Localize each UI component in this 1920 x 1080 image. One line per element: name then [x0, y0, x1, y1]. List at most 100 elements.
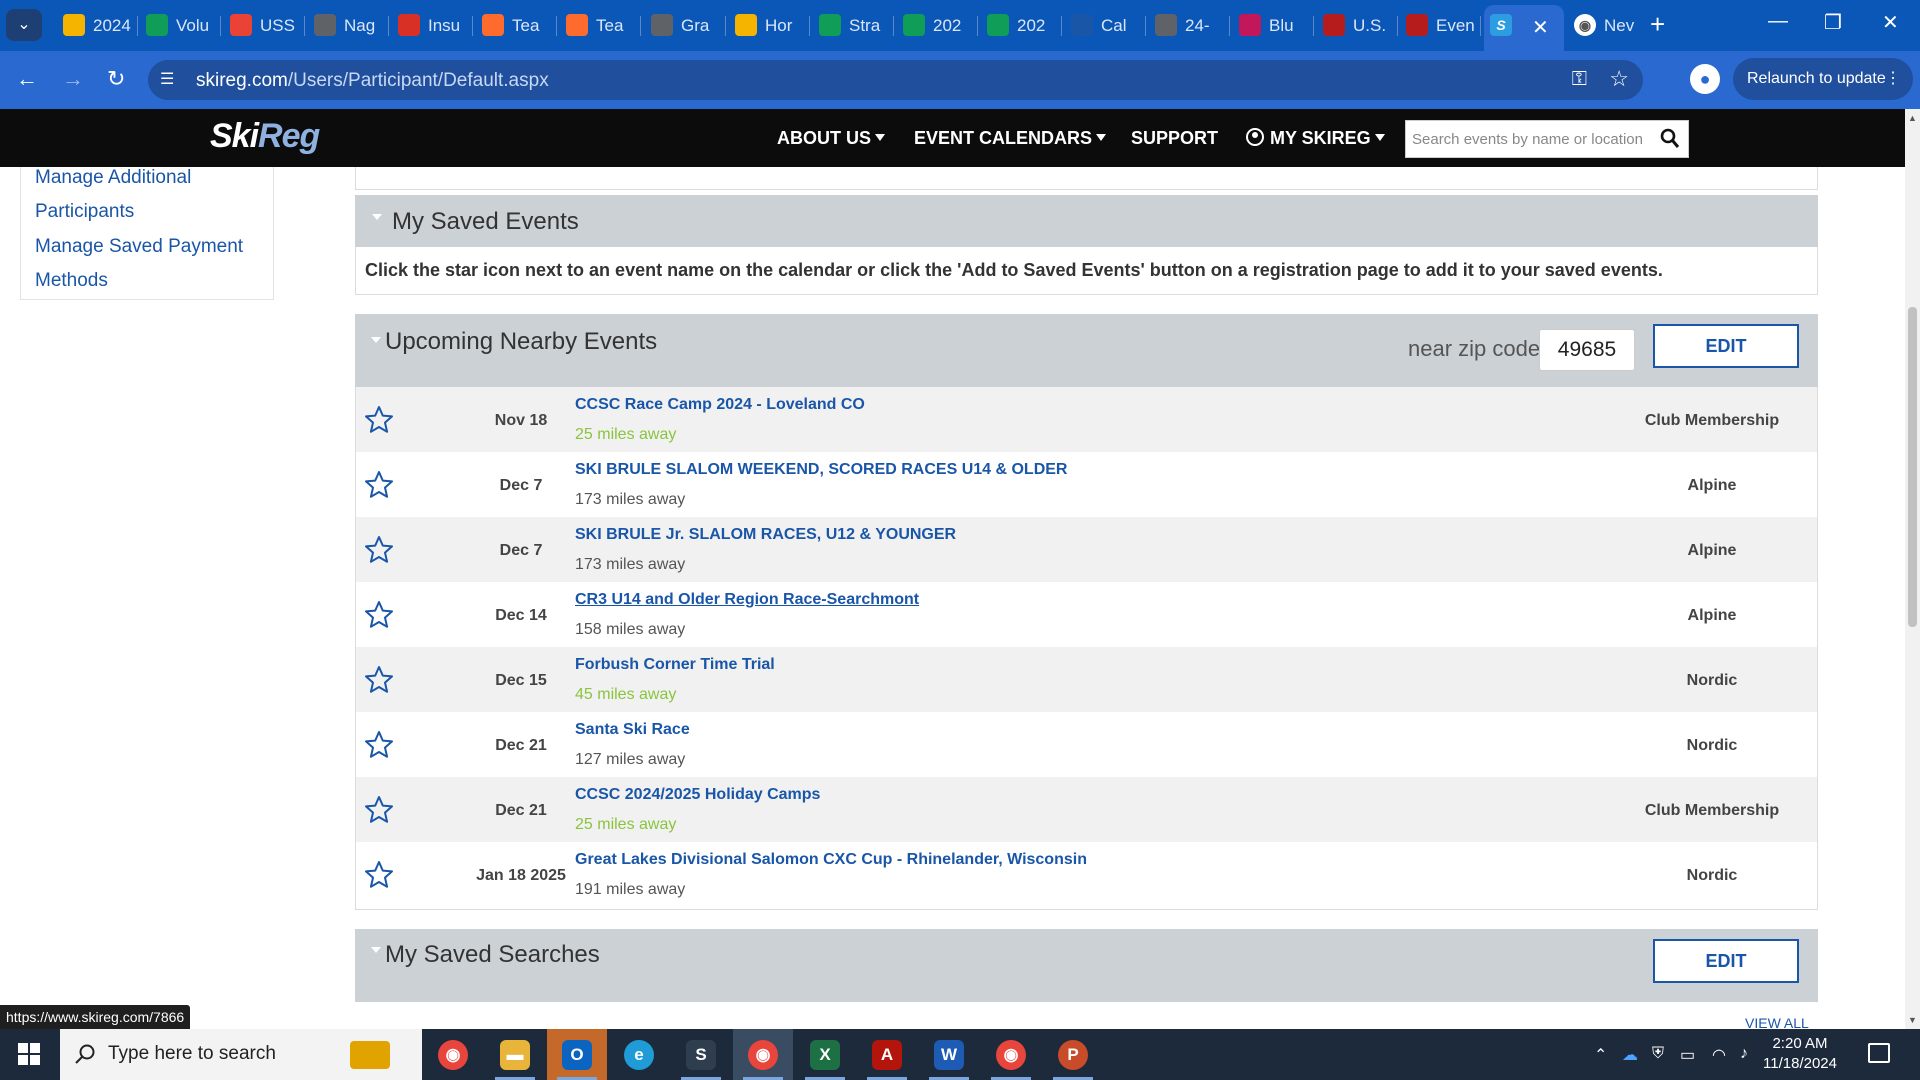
browser-tab[interactable]: Stra [813, 9, 894, 42]
edit-saved-searches-button[interactable]: EDIT [1653, 939, 1799, 983]
back-arrow-icon[interactable]: ← [16, 65, 38, 93]
browser-tab[interactable]: Even [1400, 9, 1481, 42]
taskbar-outlook[interactable]: O [547, 1029, 607, 1080]
sidebar-link-manage-additional[interactable]: Manage Additional [35, 167, 191, 189]
sidebar-link-manage-saved-payment[interactable]: Manage Saved Payment [35, 236, 243, 258]
collapse-triangle-icon[interactable] [372, 214, 382, 220]
taskbar-word[interactable]: W [919, 1029, 979, 1080]
site-icon [1406, 14, 1428, 36]
browser-tab[interactable]: Blu [1233, 9, 1314, 42]
wifi-icon[interactable]: ◠ [1712, 1045, 1726, 1065]
taskbar-search-box[interactable]: Type here to search [60, 1029, 422, 1080]
scroll-up-arrow-icon[interactable]: ▲ [1908, 113, 1917, 123]
nav-event-calendars[interactable]: EVENT CALENDARS [914, 128, 1107, 149]
browser-tab[interactable]: Hor [729, 9, 810, 42]
save-star-icon[interactable] [364, 665, 394, 694]
nav-my-skireg[interactable]: MY SKIREG [1246, 128, 1385, 149]
gmail-icon [230, 14, 252, 36]
taskbar-powerpoint[interactable]: P [1043, 1029, 1103, 1080]
tab-new-tab[interactable]: ◉ Nev [1568, 9, 1649, 42]
browser-tab[interactable]: Insu [392, 9, 473, 42]
password-key-icon[interactable]: ⚿ [1572, 68, 1587, 91]
save-star-icon[interactable] [364, 535, 394, 564]
taskbar-chrome-profile[interactable]: ◉ [981, 1029, 1041, 1080]
event-name-link[interactable]: CCSC 2024/2025 Holiday Camps [575, 786, 820, 804]
close-tab-icon[interactable]: ✕ [1532, 15, 1549, 40]
saved-events-header[interactable]: My Saved Events [355, 195, 1818, 247]
nav-support[interactable]: SUPPORT [1131, 128, 1218, 149]
reload-icon[interactable]: ↻ [107, 65, 125, 93]
restore-icon[interactable]: ❐ [1824, 10, 1842, 35]
taskbar-acrobat[interactable]: A [857, 1029, 917, 1080]
event-name-link[interactable]: SKI BRULE SLALOM WEEKEND, SCORED RACES U… [575, 461, 1067, 479]
taskbar-excel[interactable]: X [795, 1029, 855, 1080]
tray-overflow-chevron-icon[interactable]: ⌃ [1594, 1045, 1607, 1065]
tab-separator [725, 16, 726, 36]
save-star-icon[interactable] [364, 795, 394, 824]
security-icon[interactable]: ⛨ [1652, 1045, 1664, 1063]
save-star-icon[interactable] [364, 600, 394, 629]
taskbar-chrome-active[interactable]: ◉ [733, 1029, 793, 1080]
browser-tab[interactable]: Nag [308, 9, 389, 42]
battery-icon[interactable]: ▭ [1680, 1045, 1695, 1065]
page-scrollbar[interactable]: ▲ ▼ [1905, 109, 1920, 1029]
collapse-triangle-icon[interactable] [371, 337, 381, 343]
bookmark-star-icon[interactable]: ☆ [1609, 66, 1629, 92]
windows-start-icon[interactable] [18, 1043, 40, 1065]
browser-tab[interactable]: 2024 [57, 9, 138, 42]
site-info-icon[interactable]: ☰ [160, 69, 174, 89]
save-star-icon[interactable] [364, 730, 394, 759]
browser-tab[interactable]: Gra [645, 9, 726, 42]
browser-tab[interactable]: 24- [1149, 9, 1230, 42]
taskbar-skireg-app[interactable]: S [671, 1029, 731, 1080]
browser-tab[interactable]: 202 [897, 9, 978, 42]
event-name-link[interactable]: Santa Ski Race [575, 721, 690, 739]
skireg-logo[interactable]: SkiReg [210, 117, 320, 156]
active-tab-skireg[interactable]: S ✕ [1484, 5, 1564, 51]
save-star-icon[interactable] [364, 470, 394, 499]
close-window-icon[interactable]: ✕ [1882, 10, 1899, 35]
taskbar-chrome[interactable]: ◉ [423, 1029, 483, 1080]
search-icon[interactable] [1660, 128, 1680, 150]
sidebar-link-methods[interactable]: Methods [35, 270, 108, 292]
nav-about-us[interactable]: ABOUT US [777, 128, 885, 149]
taskbar-edge[interactable]: e [609, 1029, 669, 1080]
minimize-icon[interactable]: — [1768, 10, 1788, 33]
profile-avatar-icon[interactable]: ● [1690, 64, 1720, 94]
edit-zip-button[interactable]: EDIT [1653, 324, 1799, 368]
browser-tab[interactable]: Tea [476, 9, 557, 42]
event-name-link[interactable]: Forbush Corner Time Trial [575, 656, 775, 674]
event-name-link[interactable]: Great Lakes Divisional Salomon CXC Cup -… [575, 851, 1087, 869]
browser-tab[interactable]: 202 [981, 9, 1062, 42]
save-star-icon[interactable] [364, 405, 394, 434]
event-name-link[interactable]: SKI BRULE Jr. SLALOM RACES, U12 & YOUNGE… [575, 526, 956, 544]
sidebar-link-participants[interactable]: Participants [35, 201, 134, 223]
event-row: Dec 21 CCSC 2024/2025 Holiday Camps 25 mil… [356, 777, 1817, 842]
event-name-link[interactable]: CCSC Race Camp 2024 - Loveland CO [575, 396, 865, 414]
tab-search-menu-button[interactable]: ⌄ [6, 9, 42, 41]
event-search-input[interactable] [1406, 121, 1646, 157]
browser-tab[interactable]: USS [224, 9, 305, 42]
collapse-triangle-icon[interactable] [371, 947, 381, 953]
more-menu-icon[interactable]: ⋮ [1885, 58, 1901, 100]
forward-arrow-icon[interactable]: → [62, 65, 84, 93]
new-tab-button[interactable]: + [1650, 9, 1665, 39]
scrollbar-thumb[interactable] [1908, 307, 1917, 627]
save-star-icon[interactable] [364, 860, 394, 889]
event-row: Dec 7 SKI BRULE SLALOM WEEKEND, SCORED RA… [356, 452, 1817, 517]
system-clock[interactable]: 2:20 AM 11/18/2024 [1760, 1034, 1840, 1074]
event-name-link[interactable]: CR3 U14 and Older Region Race-Searchmont [575, 591, 919, 609]
relaunch-to-update-button[interactable]: Relaunch to update ⋮ [1733, 58, 1913, 100]
taskbar-file-explorer[interactable]: ▬ [485, 1029, 545, 1080]
zip-code-input[interactable]: 49685 [1539, 329, 1635, 371]
address-bar[interactable]: ☰ skireg.com/Users/Participant/Default.a… [148, 60, 1643, 100]
notification-center-icon[interactable] [1868, 1043, 1890, 1063]
onedrive-cloud-icon[interactable]: ☁ [1622, 1045, 1638, 1065]
browser-tab[interactable]: Volu [140, 9, 221, 42]
browser-tab[interactable]: Cal [1065, 9, 1146, 42]
browser-tab[interactable]: U.S. [1317, 9, 1398, 42]
scroll-down-arrow-icon[interactable]: ▼ [1908, 1015, 1917, 1025]
browser-tab[interactable]: Tea [560, 9, 641, 42]
volume-icon[interactable]: ♪ [1740, 1045, 1748, 1063]
url-text[interactable]: skireg.com/Users/Participant/Default.asp… [196, 70, 549, 92]
